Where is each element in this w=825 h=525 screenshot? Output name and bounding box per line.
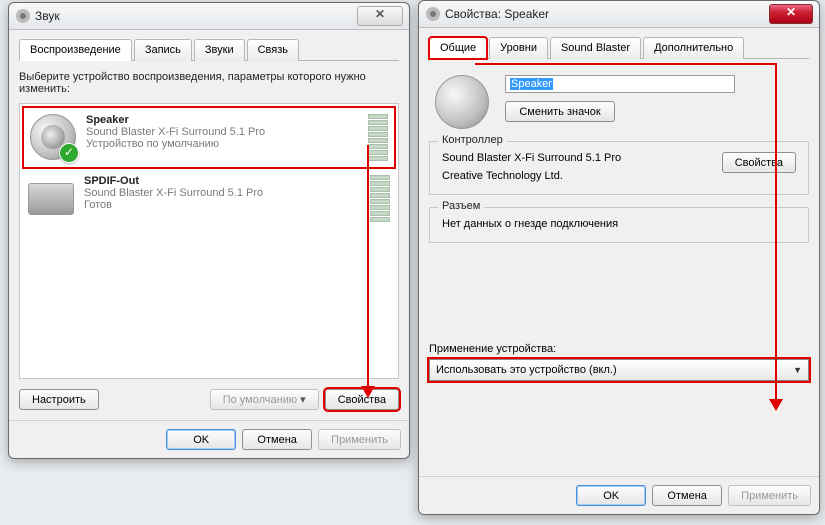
device-info: Speaker Sound Blaster X-Fi Surround 5.1 … (86, 114, 358, 150)
device-status: Устройство по умолчанию (86, 138, 358, 150)
level-meter (368, 114, 388, 161)
usage-combobox[interactable]: Использовать это устройство (вкл.) ▼ (429, 359, 809, 381)
tab-recording[interactable]: Запись (134, 39, 192, 61)
jack-group: Разъем Нет данных о гнезде подключения (429, 207, 809, 243)
level-meter (370, 175, 390, 222)
device-name: Speaker (86, 114, 358, 126)
sound-window: Звук ✕ Воспроизведение Запись Звуки Связ… (8, 2, 410, 459)
dialog-buttons: OK Отмена Применить (9, 420, 409, 458)
spdif-icon (28, 183, 74, 215)
set-default-button[interactable]: По умолчанию (210, 389, 319, 410)
ok-button[interactable]: OK (576, 485, 646, 506)
tab-communications[interactable]: Связь (247, 39, 299, 61)
group-title: Контроллер (438, 134, 507, 146)
device-driver: Sound Blaster X-Fi Surround 5.1 Pro (84, 187, 360, 199)
device-name-input[interactable]: Speaker (505, 75, 735, 93)
usage-section: Применение устройства: Использовать это … (429, 343, 809, 381)
speaker-icon: ✓ (30, 114, 76, 160)
jack-info: Нет данных о гнезде подключения (442, 218, 796, 230)
device-status: Готов (84, 199, 360, 211)
tab-general[interactable]: Общие (429, 37, 487, 59)
sound-icon (15, 8, 31, 24)
tab-levels[interactable]: Уровни (489, 37, 548, 59)
cancel-button[interactable]: Отмена (242, 429, 312, 450)
ok-button[interactable]: OK (166, 429, 236, 450)
close-button[interactable]: ✕ (357, 6, 403, 26)
device-large-icon (435, 75, 489, 129)
dialog-buttons: OK Отмена Применить (419, 476, 819, 514)
titlebar[interactable]: Звук ✕ (9, 3, 409, 30)
controller-vendor: Creative Technology Ltd. (442, 170, 714, 182)
apply-button[interactable]: Применить (318, 429, 401, 450)
tabs: Общие Уровни Sound Blaster Дополнительно (429, 36, 809, 59)
properties-window: Свойства: Speaker ✕ Общие Уровни Sound B… (418, 0, 820, 515)
default-check-icon: ✓ (59, 143, 79, 163)
titlebar[interactable]: Свойства: Speaker ✕ (419, 1, 819, 28)
close-button[interactable]: ✕ (769, 4, 813, 24)
controller-name: Sound Blaster X-Fi Surround 5.1 Pro (442, 152, 714, 164)
window-title: Свойства: Speaker (445, 7, 769, 21)
tab-sounds[interactable]: Звуки (194, 39, 245, 61)
device-info: SPDIF-Out Sound Blaster X-Fi Surround 5.… (84, 175, 360, 211)
group-title: Разъем (438, 200, 484, 212)
tabs: Воспроизведение Запись Звуки Связь (19, 38, 399, 61)
tab-advanced[interactable]: Дополнительно (643, 37, 744, 59)
window-title: Звук (35, 9, 357, 23)
configure-button[interactable]: Настроить (19, 389, 99, 410)
tab-playback[interactable]: Воспроизведение (19, 39, 132, 61)
apply-button[interactable]: Применить (728, 485, 811, 506)
speaker-icon (425, 6, 441, 22)
change-icon-button[interactable]: Сменить значок (505, 101, 615, 122)
device-driver: Sound Blaster X-Fi Surround 5.1 Pro (86, 126, 358, 138)
controller-group: Контроллер Sound Blaster X-Fi Surround 5… (429, 141, 809, 195)
instruction-text: Выберите устройство воспроизведения, пар… (19, 71, 399, 95)
chevron-down-icon: ▼ (793, 365, 802, 375)
device-list[interactable]: ✓ Speaker Sound Blaster X-Fi Surround 5.… (19, 103, 399, 379)
tab-soundblaster[interactable]: Sound Blaster (550, 37, 641, 59)
device-name: SPDIF-Out (84, 175, 360, 187)
device-row-speaker[interactable]: ✓ Speaker Sound Blaster X-Fi Surround 5.… (24, 108, 394, 167)
device-row-spdif[interactable]: SPDIF-Out Sound Blaster X-Fi Surround 5.… (22, 169, 396, 228)
usage-label: Применение устройства: (429, 343, 809, 355)
cancel-button[interactable]: Отмена (652, 485, 722, 506)
controller-properties-button[interactable]: Свойства (722, 152, 796, 173)
usage-selected: Использовать это устройство (вкл.) (436, 364, 617, 376)
bottom-buttons: Настроить По умолчанию Свойства (19, 389, 399, 410)
